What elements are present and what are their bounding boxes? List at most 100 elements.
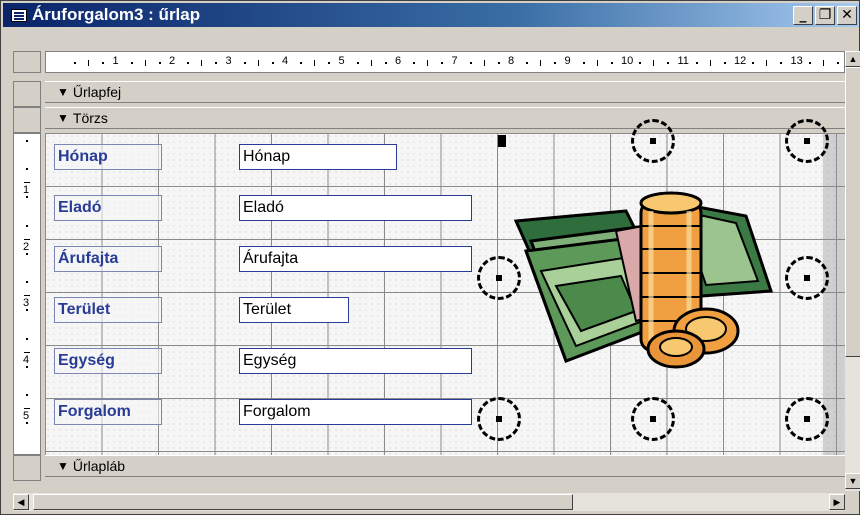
label-terulet[interactable]: Terület [54,297,162,323]
label-arufajta[interactable]: Árufajta [54,246,162,272]
scroll-right-button[interactable]: ▶ [829,494,845,510]
header-section-bar[interactable]: ▼ Űrlapfej [45,81,845,103]
restore-button[interactable]: ❐ [815,5,835,25]
title-bar[interactable]: Áruforgalom3 : űrlap _ ❐ ✕ [3,3,859,27]
horizontal-scroll-thumb[interactable] [33,494,573,510]
ruler-dot [130,62,133,64]
ruler-dot [26,196,28,199]
ruler-dot [26,281,28,284]
ruler-number: 1 [23,184,30,196]
ruler-number: 3 [225,55,232,67]
horizontal-ruler[interactable]: 1234567891011121314 [45,51,845,73]
textbox-terulet[interactable]: Terület [239,297,349,323]
label-egyseg[interactable]: Egység [54,348,162,374]
ruler-dot [695,62,698,64]
form-design-window: Áruforgalom3 : űrlap _ ❐ ✕ 1 2 3 4 5 6 7 8 9 10 11… [0,0,860,515]
ruler-dot [26,224,28,227]
resize-handle-middle-left[interactable] [477,256,521,300]
ruler-half-tick [540,60,542,66]
horizontal-scrollbar[interactable]: ◀ ▶ [13,493,845,511]
ruler-number: 4 [23,353,30,366]
ruler-dot [74,62,77,64]
ruler-half-tick [201,60,203,66]
ruler-dot [26,394,28,397]
section-arrow-icon: ▼ [57,111,69,125]
ruler-dot [26,252,28,255]
ruler-dot [356,62,359,64]
footer-section-selector[interactable] [13,455,41,481]
ruler-dot [610,62,613,64]
ruler-dot [497,62,500,64]
ruler-number: 5 [23,410,30,422]
ruler-dot [328,62,331,64]
label-honap[interactable]: Hónap [54,144,162,170]
ruler-half-tick [144,60,146,66]
ruler-number: 10 [621,55,634,67]
scroll-up-button[interactable]: ▲ [845,51,860,67]
ruler-number: 12 [734,55,747,67]
ruler-half-tick [766,60,768,66]
resize-handle-bottom-right[interactable] [785,397,829,441]
label-elado[interactable]: Eladó [54,195,162,221]
form-icon[interactable] [11,8,27,22]
textbox-elado[interactable]: Eladó [239,195,472,221]
vertical-scrollbar[interactable]: ▲ ▼ [845,51,860,491]
ruler-number: 9 [564,55,571,67]
footer-section-area[interactable] [45,479,845,493]
textbox-forgalom[interactable]: Forgalom [239,399,472,425]
vertical-ruler[interactable]: 1 2 3 4 5 [13,133,41,455]
detail-section-label: Törzs [72,110,108,126]
resize-handle-bottom-left[interactable] [477,397,521,441]
detail-section-selector[interactable] [13,107,41,133]
ruler-dot [582,62,585,64]
ruler-number: 5 [338,55,345,67]
move-handle[interactable] [498,135,506,147]
ruler-number: 3 [23,297,30,309]
ruler-half-tick [88,60,90,66]
detail-section-bar[interactable]: ▼ Törzs [45,107,845,129]
resize-handle-top-right[interactable] [785,119,829,163]
minimize-button[interactable]: _ [793,5,813,25]
header-section-selector[interactable] [13,81,41,107]
ruler-dot [384,62,387,64]
textbox-honap[interactable]: Hónap [239,144,397,170]
resize-handle-bottom-middle[interactable] [631,397,675,441]
ruler-dot [526,62,529,64]
ruler-half-tick [370,60,372,66]
form-selector[interactable] [13,51,41,73]
section-arrow-icon: ▼ [57,85,69,99]
ruler-half-tick [427,60,429,66]
resize-handle-top-middle[interactable] [631,119,675,163]
ruler-dot [243,62,246,64]
vertical-scroll-thumb[interactable] [845,67,860,357]
ruler-dot [158,62,161,64]
ruler-dot [187,62,190,64]
resize-handle-middle-right[interactable] [785,256,829,300]
ruler-dot [26,422,28,425]
ruler-dot [667,62,670,64]
footer-section-label: Űrlapláb [72,458,126,474]
ruler-number: 2 [23,240,30,253]
ruler-dot [723,62,726,64]
label-forgalom[interactable]: Forgalom [54,399,162,425]
close-button[interactable]: ✕ [837,5,857,25]
scroll-down-button[interactable]: ▼ [845,473,860,489]
textbox-egyseg[interactable]: Egység [239,348,472,374]
ruler-number: 11 [677,55,689,67]
ruler-half-tick [709,60,711,66]
scroll-left-button[interactable]: ◀ [13,494,29,510]
ruler-number: 13 [790,55,803,67]
textbox-arufajta[interactable]: Árufajta [239,246,472,272]
ruler-dot [26,337,28,340]
ruler-dot [300,62,303,64]
footer-section-bar[interactable]: ▼ Űrlapláb [45,455,845,477]
ruler-dot [639,62,642,64]
ruler-half-tick [596,60,598,66]
ruler-half-tick [653,60,655,66]
detail-right-margin [823,133,845,455]
ruler-dot [808,62,811,64]
ruler-dot [554,62,557,64]
money-clipart-icon[interactable] [496,181,786,381]
ruler-half-tick [822,60,824,66]
ruler-dot [752,62,755,64]
